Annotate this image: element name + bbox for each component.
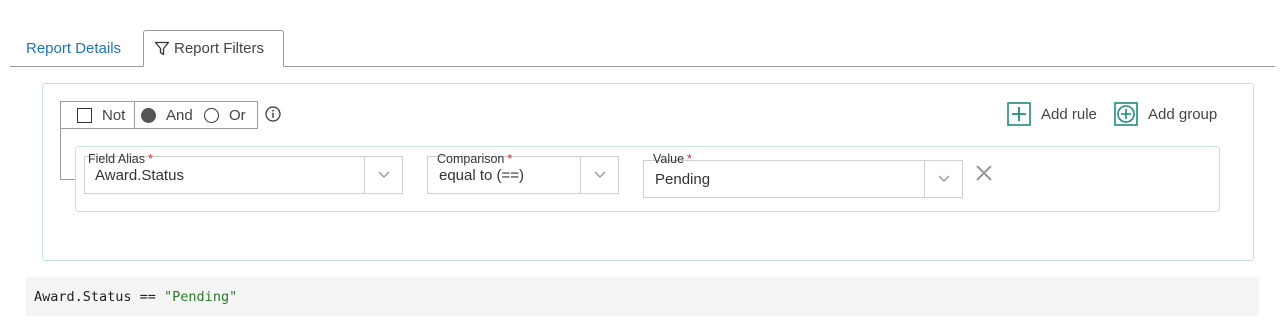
not-checkbox-box <box>77 107 92 123</box>
add-rule-button[interactable]: Add rule <box>1007 101 1097 127</box>
comparison-value: equal to (==) <box>439 167 525 184</box>
or-radio-dot <box>204 107 219 123</box>
value-dropdown[interactable] <box>924 161 962 197</box>
filter-expression: Award.Status == "Pending" <box>26 277 1259 316</box>
chevron-down-icon <box>938 175 949 182</box>
add-group-label: Add group <box>1148 105 1218 123</box>
add-rule-label: Add rule <box>1041 105 1097 123</box>
logic-operator-group: Not And Or <box>60 101 258 129</box>
field-alias-label: Field Alias * <box>88 152 153 166</box>
and-label: And <box>166 106 193 124</box>
expression-rhs: "Pending" <box>164 288 238 305</box>
expression-lhs: Award.Status == <box>34 288 165 305</box>
tab-bar: Report Details Report Filters <box>10 30 1275 67</box>
field-alias-value: Award.Status <box>95 167 184 184</box>
add-group-button[interactable]: Add group <box>1114 101 1217 127</box>
tab-report-filters-label: Report Filters <box>174 40 265 57</box>
or-radio[interactable]: Or <box>198 102 257 128</box>
comparison-dropdown[interactable] <box>580 157 618 193</box>
and-radio-dot <box>141 107 156 123</box>
chevron-down-icon <box>378 171 389 178</box>
comparison-label: Comparison * <box>437 152 513 166</box>
tab-report-details[interactable]: Report Details <box>26 30 121 67</box>
filter-icon <box>154 41 170 55</box>
field-alias-dropdown[interactable] <box>364 157 402 193</box>
plus-circle-icon <box>1114 102 1138 126</box>
not-label: Not <box>102 106 126 124</box>
value-select[interactable]: Value * Pending <box>643 152 963 198</box>
close-icon[interactable] <box>975 164 993 182</box>
info-icon[interactable] <box>265 106 281 122</box>
tab-report-filters[interactable]: Report Filters <box>143 30 284 67</box>
chevron-down-icon <box>594 171 605 178</box>
not-checkbox[interactable]: Not <box>61 102 135 128</box>
comparison-select[interactable]: Comparison * equal to (==) <box>427 152 619 194</box>
plus-square-icon <box>1007 102 1031 126</box>
or-label: Or <box>229 106 246 124</box>
field-alias-select[interactable]: Field Alias * Award.Status <box>84 152 403 194</box>
value-label: Value * <box>653 152 692 166</box>
tree-connector <box>60 129 76 180</box>
tab-report-details-label: Report Details <box>26 40 122 57</box>
and-radio[interactable]: And <box>135 102 198 128</box>
value-value: Pending <box>655 171 711 188</box>
